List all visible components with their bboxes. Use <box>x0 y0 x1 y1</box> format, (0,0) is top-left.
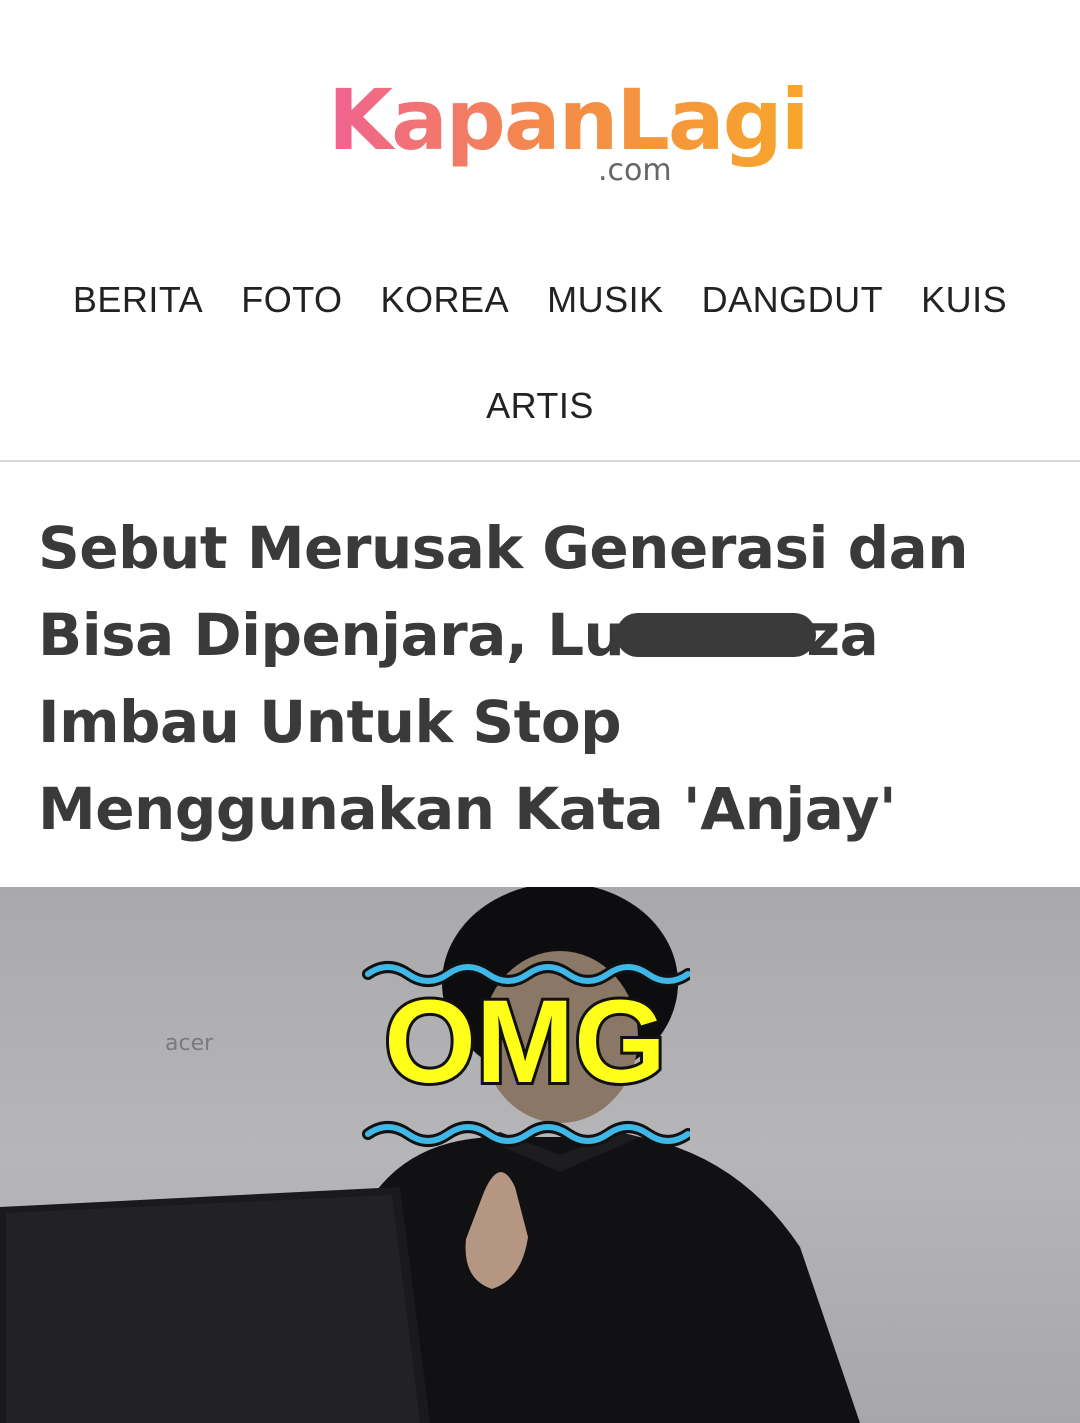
omg-sticker: OMG <box>360 952 690 1152</box>
main-nav: BERITA FOTO KOREA MUSIK DANGDUT KUIS ART… <box>0 270 1080 436</box>
article-headline: Sebut Merusak Generasi dan Bisa Dipenjar… <box>38 505 1038 853</box>
headline-line-2-start: Bisa Dipenjara, Lu <box>38 601 625 669</box>
kapanlagi-logo[interactable]: KapanLagi .com <box>328 70 810 200</box>
nav-item-artis[interactable]: ARTIS <box>486 385 594 427</box>
laptop-brand-label: acer <box>165 1031 214 1056</box>
logo-wordmark: KapanLagi <box>328 71 810 169</box>
article-headline-block: Sebut Merusak Generasi dan Bisa Dipenjar… <box>38 505 1038 853</box>
headline-line-4: Menggunakan Kata 'Anjay' <box>38 775 897 843</box>
nav-item-berita[interactable]: BERITA <box>73 279 203 321</box>
nav-item-korea[interactable]: KOREA <box>381 279 510 321</box>
headline-line-2-end: za <box>806 601 879 669</box>
laptop-screen-back <box>6 1195 420 1423</box>
headline-line-1: Sebut Merusak Generasi dan <box>38 514 969 582</box>
nav-item-foto[interactable]: FOTO <box>241 279 342 321</box>
nav-item-dangdut[interactable]: DANGDUT <box>702 279 884 321</box>
omg-text: OMG <box>381 973 669 1111</box>
logo-domain: .com <box>598 153 672 188</box>
nav-item-musik[interactable]: MUSIK <box>547 279 664 321</box>
nav-item-kuis[interactable]: KUIS <box>921 279 1007 321</box>
redaction-scribble <box>616 613 816 657</box>
headline-line-3: Imbau Untuk Stop <box>38 688 622 756</box>
site-header: KapanLagi .com BERITA FOTO KOREA MUSIK D… <box>0 0 1080 462</box>
headline-line-2: Bisa Dipenjara, Lu za <box>38 592 1038 679</box>
